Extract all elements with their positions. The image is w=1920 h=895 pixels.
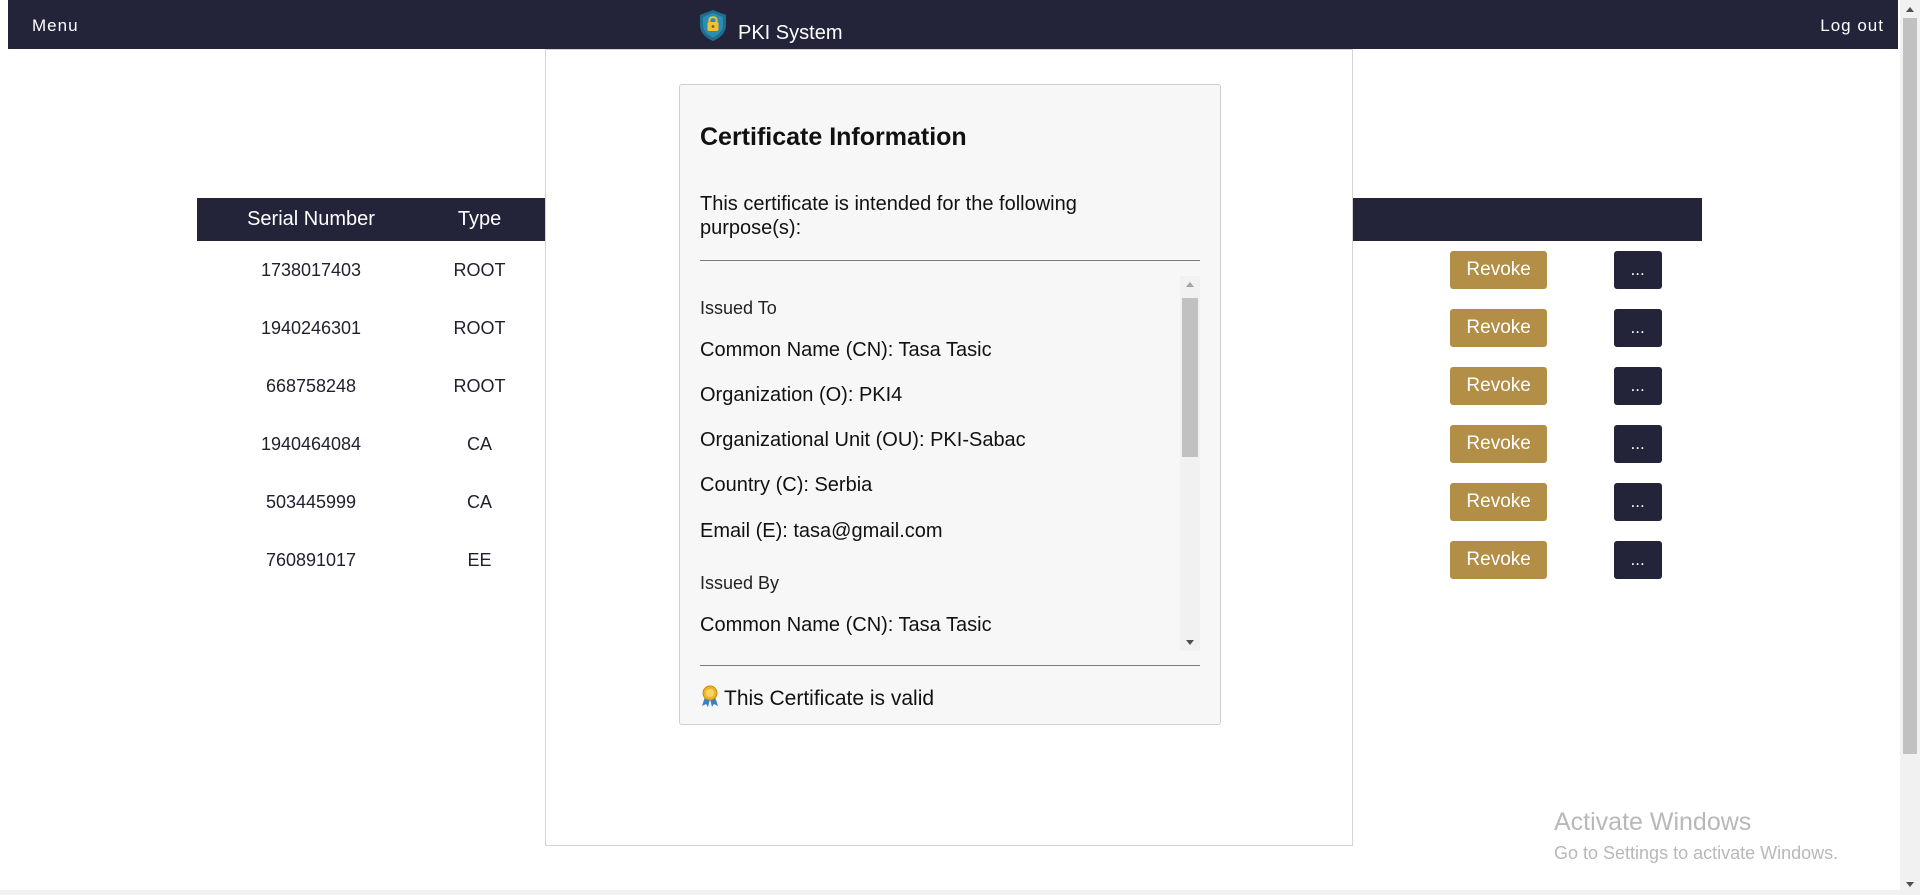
serial-cell: 1940246301	[260, 317, 362, 338]
top-navbar: Menu PKI System Log out	[8, 0, 1898, 49]
serial-cell: 1940464084	[260, 433, 362, 454]
issued-to-organization: Organization (O): PKI4	[700, 384, 903, 406]
more-cell: ...	[1573, 299, 1702, 357]
serial-cell: 668758248	[265, 375, 357, 396]
serial-cell: 1738017403	[260, 259, 362, 280]
page-scroll-down-icon[interactable]	[1906, 882, 1914, 887]
type-cell: CA	[467, 491, 493, 512]
issued-to-organizational-unit: Organizational Unit (OU): PKI-Sabac	[700, 429, 1026, 451]
certificate-status-text: This Certificate is valid	[724, 687, 935, 710]
more-cell: ...	[1573, 473, 1702, 531]
type-cell: ROOT	[453, 317, 506, 338]
logout-button[interactable]: Log out	[1820, 16, 1884, 36]
scrollbar-thumb[interactable]	[1182, 298, 1198, 457]
type-cell: ROOT	[453, 259, 506, 280]
shield-lock-icon	[698, 9, 728, 42]
certificate-details-scroll[interactable]: Issued To Common Name (CN): Tasa Tasic O…	[700, 276, 1180, 651]
certificate-ribbon-icon	[700, 685, 724, 713]
more-cell: ...	[1573, 415, 1702, 473]
brand-title: PKI System	[738, 22, 843, 44]
revoke-cell: Revoke	[1424, 299, 1573, 357]
more-options-button[interactable]: ...	[1613, 367, 1662, 405]
more-options-button[interactable]: ...	[1613, 309, 1662, 347]
divider-top	[700, 260, 1200, 261]
type-cell: CA	[467, 433, 493, 454]
revoke-cell: Revoke	[1424, 241, 1573, 299]
brand[interactable]: PKI System	[698, 9, 843, 44]
more-cell: ...	[1573, 531, 1702, 589]
details-scrollbar[interactable]	[1180, 276, 1200, 651]
header-revoke	[1424, 198, 1574, 241]
revoke-button[interactable]: Revoke	[1450, 309, 1548, 347]
more-options-button[interactable]: ...	[1613, 251, 1662, 289]
more-cell: ...	[1573, 241, 1702, 299]
issued-to-heading: Issued To	[700, 298, 777, 318]
revoke-cell: Revoke	[1424, 531, 1573, 589]
horizontal-scrollbar[interactable]	[0, 890, 1900, 895]
more-options-button[interactable]: ...	[1613, 425, 1662, 463]
revoke-cell: Revoke	[1424, 415, 1573, 473]
revoke-button[interactable]: Revoke	[1450, 425, 1548, 463]
revoke-button[interactable]: Revoke	[1450, 251, 1548, 289]
header-serial-number: Serial Number	[197, 198, 425, 241]
issued-by-heading: Issued By	[700, 573, 780, 593]
type-cell: EE	[467, 549, 492, 570]
certificate-title: Certificate Information	[700, 123, 967, 151]
serial-cell: 760891017	[265, 549, 357, 570]
scroll-up-arrow-icon[interactable]	[1186, 282, 1194, 287]
issued-to-country: Country (C): Serbia	[700, 474, 873, 496]
type-cell: ROOT	[453, 375, 506, 396]
revoke-cell: Revoke	[1424, 357, 1573, 415]
more-options-button[interactable]: ...	[1613, 483, 1662, 521]
certificate-purpose: This certificate is intended for the fol…	[700, 193, 1077, 239]
scroll-down-arrow-icon[interactable]	[1186, 640, 1194, 645]
page-scrollbar-thumb[interactable]	[1903, 18, 1917, 754]
menu-button[interactable]: Menu	[32, 16, 79, 36]
page-scrollbar[interactable]	[1900, 0, 1920, 895]
revoke-button[interactable]: Revoke	[1450, 483, 1548, 521]
issued-to-common-name: Common Name (CN): Tasa Tasic	[700, 339, 992, 361]
more-cell: ...	[1573, 357, 1702, 415]
revoke-cell: Revoke	[1424, 473, 1573, 531]
watermark-title: Activate Windows	[1554, 808, 1752, 836]
certificate-status: This Certificate is valid	[700, 685, 934, 713]
serial-cell: 503445999	[265, 491, 357, 512]
issued-by-common-name: Common Name (CN): Tasa Tasic	[700, 614, 992, 636]
revoke-button[interactable]: Revoke	[1450, 541, 1548, 579]
certificate-info-panel: Certificate Information This certificate…	[679, 84, 1221, 725]
revoke-button[interactable]: Revoke	[1450, 367, 1548, 405]
issued-to-email: Email (E): tasa@gmail.com	[700, 520, 943, 542]
header-more	[1573, 198, 1702, 241]
more-options-button[interactable]: ...	[1613, 541, 1662, 579]
watermark-subtitle: Go to Settings to activate Windows.	[1554, 843, 1839, 863]
page-scroll-up-icon[interactable]	[1906, 7, 1914, 12]
header-type: Type	[425, 198, 535, 241]
windows-activation-watermark: Activate Windows Go to Settings to activ…	[1554, 808, 1838, 864]
divider-bottom	[700, 665, 1200, 666]
